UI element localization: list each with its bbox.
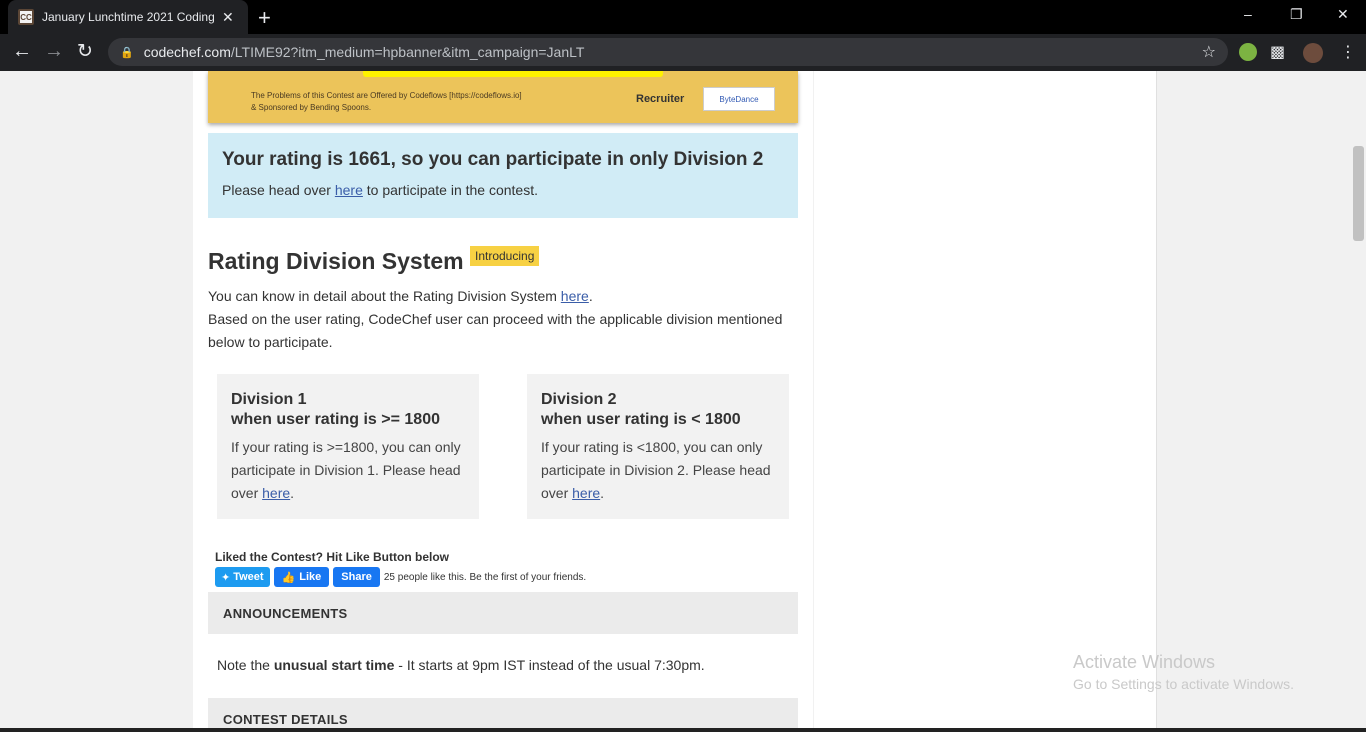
rating-system-link[interactable]: here: [561, 288, 589, 304]
window-close-icon[interactable]: ✕: [1337, 6, 1349, 23]
division-1-text: If your rating is >=1800, you can only p…: [231, 439, 461, 501]
extensions-puzzle-icon[interactable]: ▩: [1270, 42, 1285, 62]
announcements-header: ANNOUNCEMENTS: [208, 592, 798, 634]
tab-close-icon[interactable]: ✕: [222, 9, 234, 26]
participate-link[interactable]: here: [335, 182, 363, 198]
extension-green-icon[interactable]: [1239, 43, 1257, 61]
rating-notice: Your rating is 1661, so you can particip…: [208, 133, 798, 218]
division-2-link[interactable]: here: [572, 485, 600, 501]
liked-contest-text: Liked the Contest? Hit Like Button below: [215, 550, 449, 564]
tab-title: January Lunchtime 2021 Coding: [42, 10, 214, 24]
rating-division-title: Rating Division System: [208, 248, 464, 274]
division-2-subtitle: when user rating is < 1800: [541, 411, 741, 428]
scrollbar-thumb[interactable]: [1353, 146, 1364, 241]
address-bar[interactable]: 🔒 codechef.com/LTIME92?itm_medium=hpbann…: [108, 38, 1228, 66]
contest-details-header: CONTEST DETAILS: [208, 698, 798, 732]
division-2-title: Division 2: [541, 391, 617, 408]
minimize-icon[interactable]: –: [1244, 6, 1252, 22]
codechef-favicon-icon: CC: [18, 9, 34, 25]
division-1-subtitle: when user rating is >= 1800: [231, 411, 440, 428]
rating-heading: Your rating is 1661, so you can particip…: [222, 149, 764, 170]
profile-avatar[interactable]: [1303, 43, 1323, 63]
lock-icon: 🔒: [120, 46, 134, 59]
banner-highlight: [363, 71, 663, 77]
tweet-button[interactable]: ✦ Tweet: [215, 567, 270, 587]
twitter-bird-icon: ✦: [221, 571, 231, 584]
browser-tab[interactable]: CC January Lunchtime 2021 Coding ✕: [8, 0, 248, 34]
forward-arrow-icon[interactable]: →: [44, 40, 64, 63]
restore-icon[interactable]: ❐: [1290, 6, 1303, 23]
announcement-text: Note the unusual start time - It starts …: [217, 657, 705, 673]
bookmark-star-icon[interactable]: ☆: [1202, 42, 1216, 62]
division-1-title: Division 1: [231, 391, 307, 408]
recruiter-label: Recruiter: [636, 93, 685, 105]
bytedance-logo: ByteDance: [703, 87, 775, 111]
division-2-card: Division 2 when user rating is < 1800 If…: [527, 374, 789, 519]
social-share-row: ✦ Tweet 👍 Like Share 25 people like this. …: [215, 567, 586, 587]
fb-like-button[interactable]: 👍 Like: [273, 567, 330, 587]
thumbs-up-icon: 👍: [281, 571, 296, 584]
windows-activation-watermark: Activate Windows Go to Settings to activ…: [1073, 652, 1294, 692]
taskbar-edge: [0, 728, 1366, 732]
browser-toolbar: ← → ↻ 🔒 codechef.com/LTIME92?itm_medium=…: [0, 34, 1366, 71]
browser-menu-icon[interactable]: ⋮: [1340, 42, 1356, 62]
division-1-link[interactable]: here: [262, 485, 290, 501]
rating-division-description: You can know in detail about the Rating …: [208, 288, 783, 350]
division-2-text: If your rating is <1800, you can only pa…: [541, 439, 771, 501]
page-scrollbar[interactable]: [1351, 71, 1366, 732]
division-1-card: Division 1 when user rating is >= 1800 I…: [217, 374, 479, 519]
tab-strip: CC January Lunchtime 2021 Coding ✕ + – ❐…: [0, 0, 1366, 34]
fb-like-count: 25 people like this. Be the first of you…: [383, 571, 587, 583]
page-viewport: The Problems of this Contest are Offered…: [0, 71, 1366, 732]
new-tab-button[interactable]: +: [258, 5, 271, 31]
banner-credits: The Problems of this Contest are Offered…: [251, 91, 522, 112]
url-text: codechef.com/LTIME92?itm_medium=hpbanner…: [143, 44, 585, 60]
reload-icon[interactable]: ↻: [77, 40, 93, 63]
contest-banner: The Problems of this Contest are Offered…: [208, 71, 798, 123]
back-arrow-icon[interactable]: ←: [12, 40, 32, 63]
right-sidebar: [814, 71, 1157, 732]
fb-share-button[interactable]: Share: [333, 567, 380, 587]
introducing-badge: Introducing: [470, 246, 540, 266]
rating-text: Please head over here to participate in …: [222, 182, 538, 198]
main-content: The Problems of this Contest are Offered…: [193, 71, 813, 732]
